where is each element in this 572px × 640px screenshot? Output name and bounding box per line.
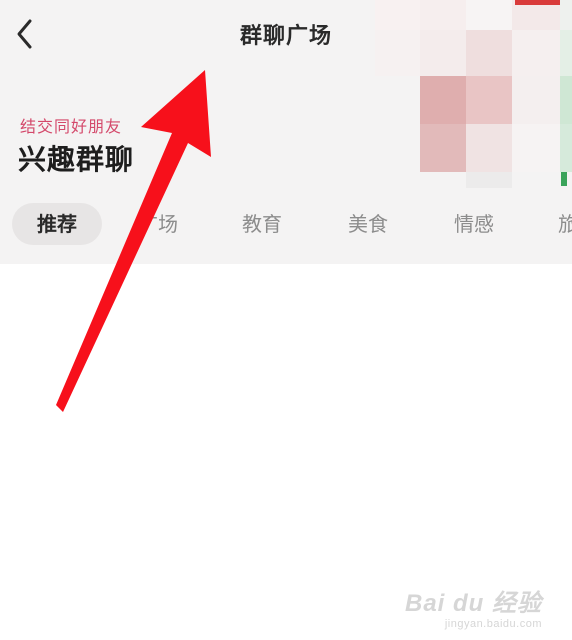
category-tabs: 推荐 广场 教育 美食 情感 旅 (0, 200, 572, 250)
watermark-logo: Bai du 经验 (404, 590, 542, 617)
tab-recommended[interactable]: 推荐 (12, 203, 102, 245)
hero-subtitle: 结交同好朋友 (20, 117, 123, 136)
group-square-header: 群聊广场 结交同好朋友 兴趣群聊 推荐 广场 教育 美食 情感 旅 (0, 0, 572, 264)
tab-emotion[interactable]: 情感 (434, 203, 514, 245)
tab-food[interactable]: 美食 (328, 203, 408, 245)
hero-title: 兴趣群聊 (18, 143, 135, 176)
baidu-jingyan-watermark: Bai du 经验 jingyan.baidu.com (405, 583, 542, 630)
banner-image-pixelated (375, 0, 572, 190)
watermark-url: jingyan.baidu.com (444, 618, 542, 630)
tab-travel[interactable]: 旅 (558, 203, 572, 245)
tab-education[interactable]: 教育 (222, 203, 302, 245)
tab-square[interactable]: 广场 (118, 203, 198, 245)
